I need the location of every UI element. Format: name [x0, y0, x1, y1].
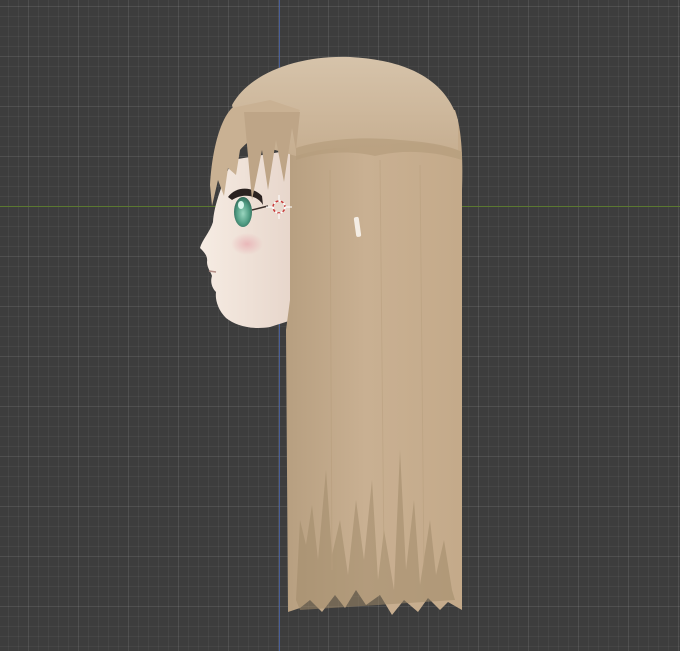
3d-viewport[interactable]: [0, 0, 680, 651]
mouth: [208, 270, 217, 273]
blush: [231, 233, 263, 255]
3d-cursor-icon[interactable]: [266, 195, 292, 219]
hair: [210, 56, 463, 615]
character-head-model[interactable]: [0, 0, 680, 651]
